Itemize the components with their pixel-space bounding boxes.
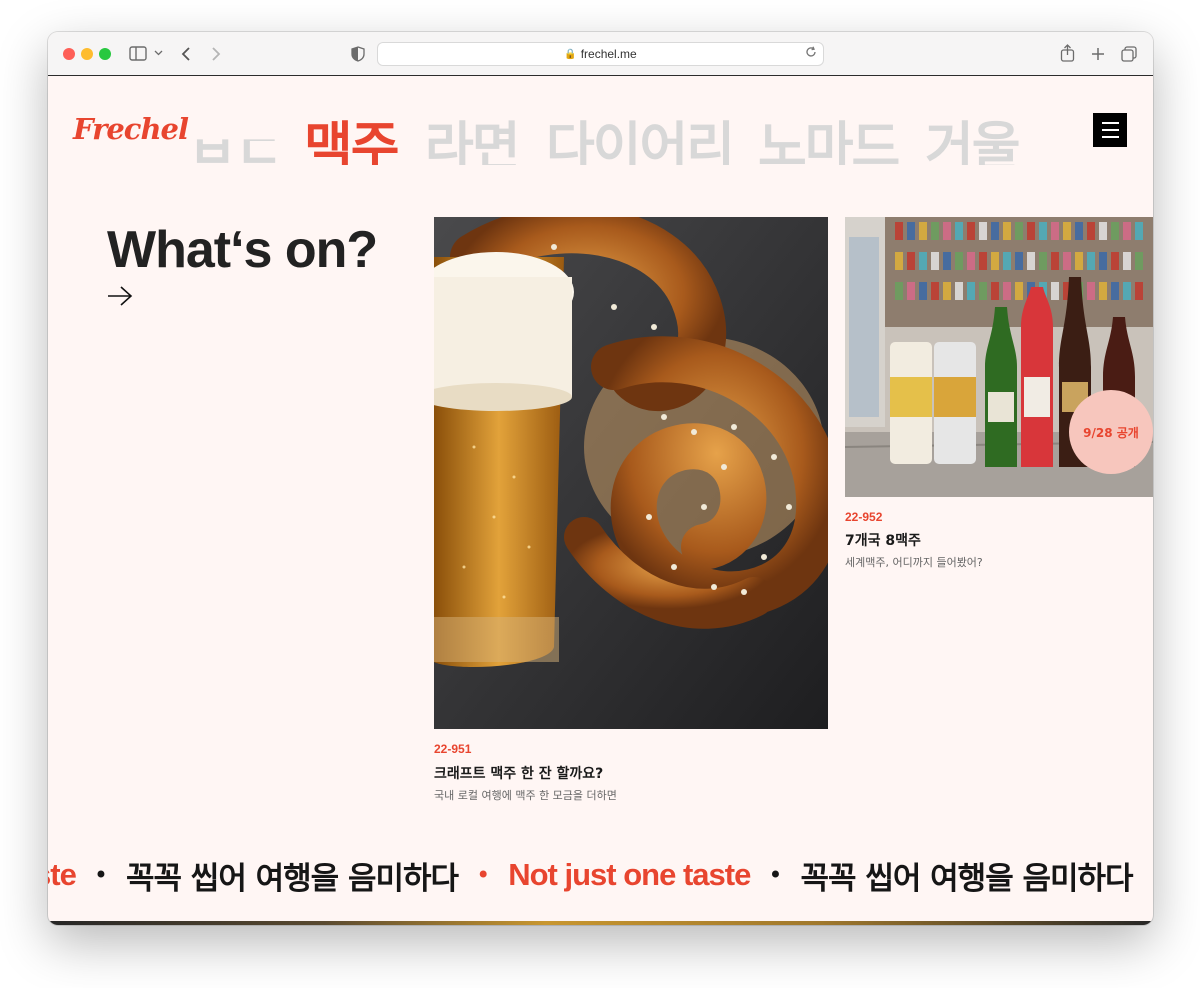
card-subtitle: 세계맥주, 어디까지 들어봤어? <box>845 556 983 569</box>
beer-pretzel-image <box>434 217 828 729</box>
tab-overview-icon[interactable] <box>1121 46 1137 62</box>
share-icon[interactable] <box>1060 44 1075 62</box>
category-item[interactable]: 노마드 <box>758 105 900 165</box>
reload-icon[interactable] <box>805 46 817 58</box>
close-window-button[interactable] <box>63 48 75 60</box>
browser-window: 🔒 frechel.me Frechel ㅂㄷ 맥주 라면 다이어리 노마드 거… <box>48 32 1153 925</box>
arrow-right-icon[interactable] <box>107 285 133 307</box>
card-subtitle: 국내 로컬 여행에 맥주 한 모금을 더하면 <box>434 789 617 802</box>
release-date-badge: 9/28 공개 <box>1069 390 1153 474</box>
hamburger-icon-line <box>1101 129 1119 131</box>
minimize-window-button[interactable] <box>81 48 93 60</box>
category-item[interactable]: 거울 <box>925 105 1021 165</box>
forward-icon[interactable] <box>211 46 221 62</box>
ticker-item: 꼭꼭 씹어 여행을 음미하다 <box>125 860 459 897</box>
ticker-item: ste <box>48 857 77 892</box>
hamburger-icon-line <box>1101 122 1119 124</box>
url-text: frechel.me <box>580 47 637 61</box>
chevron-down-icon[interactable] <box>154 50 163 56</box>
privacy-shield-icon[interactable] <box>351 46 365 62</box>
sidebar-toggle-icon[interactable] <box>129 46 147 61</box>
section-heading: What‘s on? <box>107 221 378 279</box>
marquee-ticker: ste • 꼭꼭 씹어 여행을 음미하다 • Not just one tast… <box>48 850 1153 900</box>
category-nav: ㅂㄷ 맥주 라면 다이어리 노마드 거울 <box>188 105 1038 165</box>
card-title[interactable]: 7개국 8맥주 <box>845 530 921 550</box>
category-item[interactable]: ㅂㄷ <box>188 139 282 165</box>
marquee-track: ste • 꼭꼭 씹어 여행을 음미하다 • Not just one tast… <box>48 850 1134 900</box>
bullet-separator-icon: • <box>768 861 783 889</box>
card-code: 22-952 <box>845 510 883 524</box>
beer-pretzel-photo[interactable] <box>434 217 828 729</box>
bullet-separator-icon: • <box>93 861 108 889</box>
card-code: 22-951 <box>434 742 472 756</box>
ticker-item: 꼭꼭 씹어 여행을 음미하다 <box>800 860 1133 897</box>
category-item[interactable]: 다이어리 <box>546 105 735 165</box>
category-item[interactable]: 라면 <box>425 105 521 165</box>
ticker-item: Not just one taste <box>508 857 751 892</box>
zoom-window-button[interactable] <box>99 48 111 60</box>
card-title[interactable]: 크래프트 맥주 한 잔 할까요? <box>434 763 603 783</box>
category-item-active[interactable]: 맥주 <box>304 105 400 165</box>
bullet-separator-icon: • <box>476 861 491 889</box>
menu-button[interactable] <box>1093 113 1127 147</box>
browser-toolbar: 🔒 frechel.me <box>48 32 1153 76</box>
new-tab-icon[interactable] <box>1091 47 1105 61</box>
address-bar[interactable]: 🔒 frechel.me <box>377 42 824 66</box>
next-section-preview <box>48 921 1153 925</box>
site-logo[interactable]: Frechel <box>73 112 189 146</box>
back-icon[interactable] <box>181 46 191 62</box>
lock-icon: 🔒 <box>564 48 577 60</box>
hamburger-icon-line <box>1101 136 1119 138</box>
